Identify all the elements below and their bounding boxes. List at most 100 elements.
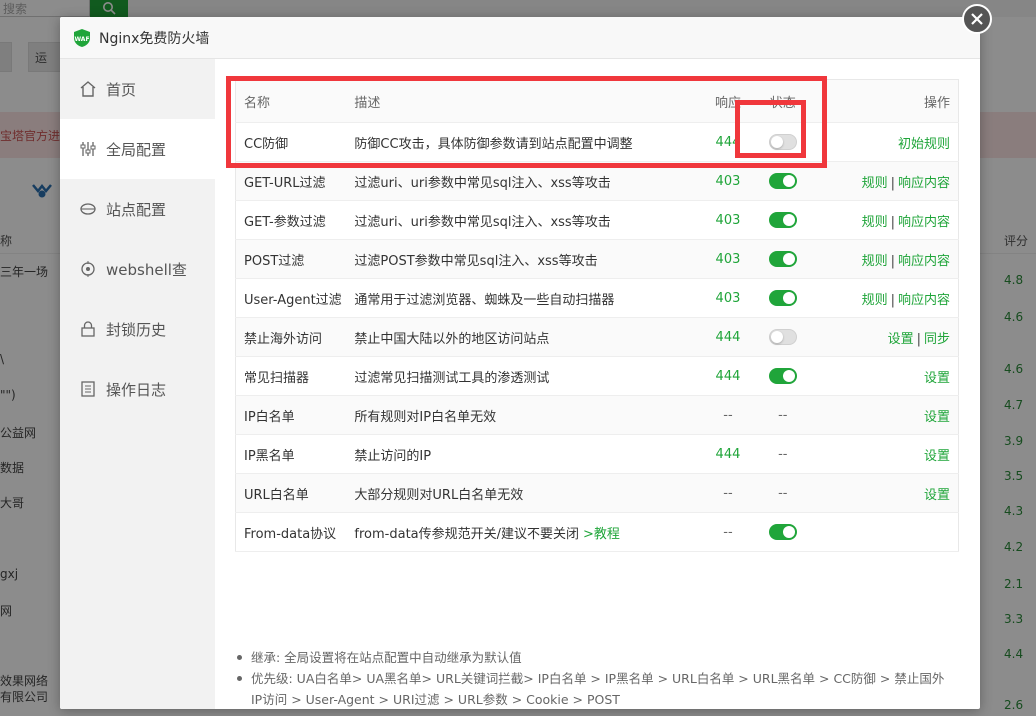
rule-op-link[interactable]: 响应内容: [898, 254, 950, 269]
rule-name: IP黑名单: [235, 434, 355, 474]
rule-ops-cell: 设置: [812, 356, 959, 396]
rule-ops-cell: 设置 | 同步: [812, 317, 959, 357]
sidebar-item-webshell[interactable]: webshell查: [60, 239, 215, 299]
col-name: 名称: [235, 79, 355, 123]
ops-separator: |: [890, 292, 895, 308]
rule-response: 403: [703, 200, 753, 240]
rule-name: GET-参数过滤: [235, 200, 355, 240]
toggle-knob: [782, 175, 795, 187]
sidebar-item-label: 首页: [106, 80, 137, 99]
rule-op-link[interactable]: 设置: [924, 371, 950, 386]
note-inherit: 继承: 全局设置将在站点配置中自动继承为默认值: [235, 647, 955, 668]
home-icon: [78, 79, 98, 99]
toggle-knob: [782, 370, 795, 382]
rule-toggle[interactable]: [768, 173, 797, 189]
svg-text:WAF: WAF: [74, 36, 89, 43]
rule-state-cell: [752, 356, 813, 396]
rule-response: 444: [703, 356, 753, 396]
rule-response: 444: [703, 317, 753, 357]
rule-ops-cell: 规则 | 响应内容: [812, 161, 959, 201]
sidebar-item-label: webshell查: [106, 260, 187, 279]
rule-toggle[interactable]: [768, 212, 797, 228]
rule-state-text: --: [778, 446, 788, 462]
rule-state-cell: --: [752, 434, 813, 474]
notes-list: 继承: 全局设置将在站点配置中自动继承为默认值 优先级: UA白名单> UA黑名…: [235, 647, 955, 709]
rule-op-link[interactable]: 规则: [862, 293, 888, 308]
rule-toggle[interactable]: [768, 524, 797, 540]
rule-op-link[interactable]: 同步: [924, 332, 950, 347]
rule-desc: 防御CC攻击，具体防御参数请到站点配置中调整: [354, 136, 633, 152]
tutorial-link[interactable]: >教程: [583, 527, 620, 542]
rule-state-cell: [752, 278, 813, 318]
rule-state-cell: [752, 512, 813, 552]
table-row: URL白名单 大部分规则对URL白名单无效 -- -- 设置: [235, 473, 959, 513]
table-row: GET-参数过滤 过滤uri、uri参数中常见sql注入、xss等攻击 403 规则 |…: [235, 200, 959, 240]
table-row: IP白名单 所有规则对IP白名单无效 -- -- 设置: [235, 395, 959, 435]
table-row: GET-URL过滤 过滤uri、uri参数中常见sql注入、xss等攻击 403 规则…: [235, 161, 959, 201]
rule-op-link[interactable]: 响应内容: [898, 215, 950, 230]
sidebar-item-site-config[interactable]: 站点配置: [60, 179, 215, 239]
rule-op-link[interactable]: 设置: [924, 488, 950, 503]
modal-title: Nginx免费防火墙: [99, 30, 210, 47]
toggle-knob: [782, 253, 795, 265]
rule-state-cell: [752, 239, 813, 279]
note-priority: 优先级: UA白名单> UA黑名单> URL关键词拦截> IP白名单 > IP黑…: [235, 668, 955, 709]
rule-desc: 过滤POST参数中常见sql注入、xss等攻击: [354, 253, 598, 269]
table-row: User-Agent过滤 通常用于过滤浏览器、蜘蛛及一些自动扫描器 403 规则 | 响应…: [235, 278, 959, 318]
toggle-knob: [770, 331, 783, 343]
rule-op-link[interactable]: 响应内容: [898, 176, 950, 191]
rule-ops-cell: 设置: [812, 434, 959, 474]
rule-desc-cell: 禁止中国大陆以外的地区访问站点: [354, 317, 704, 357]
rule-name: URL白名单: [235, 473, 355, 513]
sliders-icon: [78, 139, 98, 159]
sidebar-item-home[interactable]: 首页: [60, 59, 215, 119]
modal-header: WAF Nginx免费防火墙: [60, 17, 980, 59]
rule-op-link[interactable]: 设置: [924, 410, 950, 425]
sidebar-item-block-history[interactable]: 封锁历史: [60, 299, 215, 359]
rule-desc: 禁止中国大陆以外的地区访问站点: [354, 331, 550, 347]
close-button[interactable]: [962, 4, 992, 34]
rule-toggle[interactable]: [768, 329, 797, 345]
rules-table: 名称 描述 响应 状态 操作 CC防御 防御CC攻击，具体防御参数请到站点配置中调…: [235, 79, 959, 552]
toggle-knob: [782, 526, 795, 538]
sidebar-item-label: 操作日志: [106, 380, 167, 399]
rule-state-cell: [752, 200, 813, 240]
rule-op-link[interactable]: 响应内容: [898, 293, 950, 308]
rule-toggle[interactable]: [768, 134, 797, 150]
rule-op-link[interactable]: 初始规则: [898, 137, 950, 152]
toggle-knob: [782, 292, 795, 304]
rule-name: User-Agent过滤: [235, 278, 355, 318]
rule-name: 常见扫描器: [235, 356, 355, 396]
sidebar-item-op-log[interactable]: 操作日志: [60, 359, 215, 419]
rule-toggle[interactable]: [768, 368, 797, 384]
rule-op-link[interactable]: 规则: [862, 254, 888, 269]
table-row: POST过滤 过滤POST参数中常见sql注入、xss等攻击 403 规则 | 响应内容: [235, 239, 959, 279]
rule-op-link[interactable]: 设置: [924, 449, 950, 464]
table-header-row: 名称 描述 响应 状态 操作: [235, 79, 959, 123]
rule-toggle[interactable]: [768, 290, 797, 306]
toggle-knob: [782, 214, 795, 226]
col-ops: 操作: [812, 79, 959, 123]
content-area: 名称 描述 响应 状态 操作 CC防御 防御CC攻击，具体防御参数请到站点配置中调…: [215, 59, 980, 709]
rule-op-link[interactable]: 规则: [862, 176, 888, 191]
rule-desc-cell: 禁止访问的IP: [354, 434, 704, 474]
ops-separator: |: [890, 175, 895, 191]
rule-desc-cell: 所有规则对IP白名单无效: [354, 395, 704, 435]
rule-op-link[interactable]: 规则: [862, 215, 888, 230]
target-icon: [78, 259, 98, 279]
toggle-knob: [770, 136, 783, 148]
rule-desc: 大部分规则对URL白名单无效: [354, 487, 524, 503]
rule-response: 403: [703, 278, 753, 318]
shield-icon: WAF: [74, 28, 90, 47]
close-icon: [971, 13, 983, 25]
rule-response: --: [703, 512, 753, 552]
rule-desc-cell: from-data传参规范开关/建议不要关闭 >教程: [354, 512, 704, 552]
rule-name: 禁止海外访问: [235, 317, 355, 357]
rule-ops-cell: 设置: [812, 395, 959, 435]
rule-toggle[interactable]: [768, 251, 797, 267]
sidebar-item-global-config[interactable]: 全局配置: [60, 119, 215, 179]
rule-state-text: --: [778, 485, 788, 501]
rule-desc-cell: 过滤POST参数中常见sql注入、xss等攻击: [354, 239, 704, 279]
rule-state-text: --: [778, 407, 788, 423]
rule-op-link[interactable]: 设置: [888, 332, 914, 347]
